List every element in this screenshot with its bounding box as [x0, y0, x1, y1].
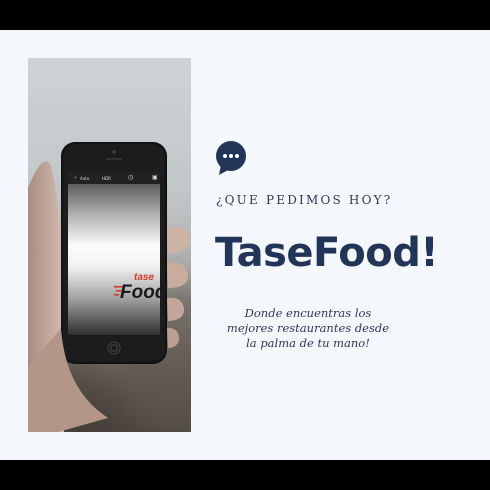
tagline: ¿QUE PEDIMOS HOY?: [216, 193, 393, 207]
description: Donde encuentras los mejores restaurante…: [208, 306, 408, 351]
hand-holding-phone-photo: ⚡ Auto HDR ◷ ▣ tase Food: [28, 58, 191, 432]
camera-status-bar: ⚡ Auto HDR ◷ ▣: [72, 173, 164, 185]
camera-icon: ▣: [152, 174, 158, 181]
promo-card: ⚡ Auto HDR ◷ ▣ tase Food ¿QUE PEDIMOS HO…: [0, 30, 490, 460]
brand-title: TaseFood!: [215, 230, 439, 276]
timer-icon: ◷: [128, 174, 134, 181]
hdr-label: HDR: [102, 176, 111, 181]
svg-text:Food: Food: [120, 282, 167, 303]
tasefood-app-logo: tase Food: [114, 272, 167, 303]
description-line: la palma de tu mano!: [246, 336, 370, 350]
flash-auto-label: Auto: [80, 176, 90, 181]
description-line: Donde encuentras los: [244, 306, 372, 320]
flash-icon: ⚡: [74, 175, 77, 180]
description-line: mejores restaurantes desde: [226, 321, 390, 335]
chat-bubble-icon: [216, 141, 246, 175]
